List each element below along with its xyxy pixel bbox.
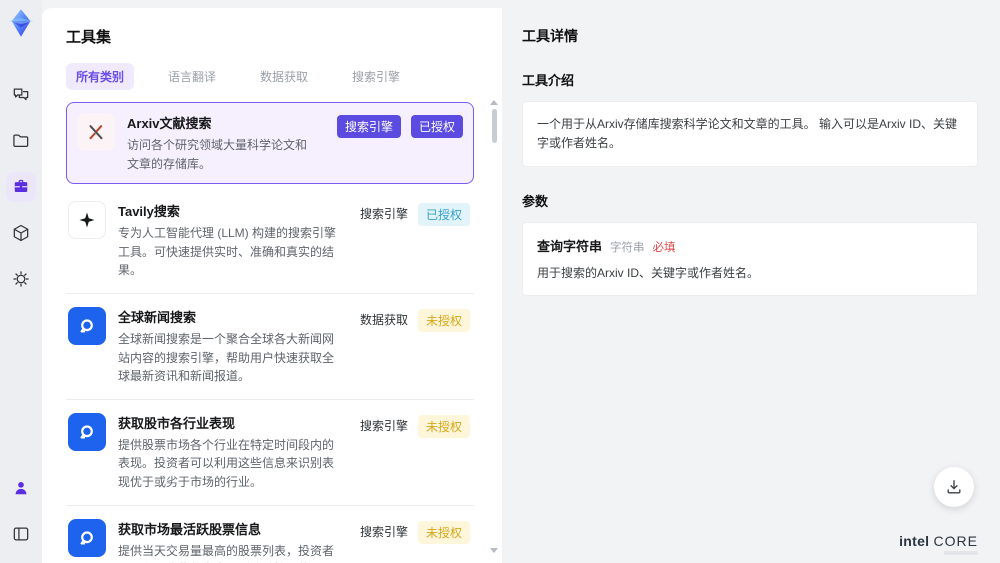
tool-detail-panel: 工具详情 工具介绍 一个用于从Arxiv存储库搜索科学论文和文章的工具。 输入可…: [502, 0, 1000, 563]
cube-icon[interactable]: [6, 218, 36, 248]
tavily-star-icon: [68, 201, 106, 240]
download-icon: [947, 480, 961, 494]
tool-desc: 提供当天交易量最高的股票列表，投资者可以利用这些信息来识别流动性强的股票和潜在的…: [118, 543, 335, 563]
tool-card-sector-performance[interactable]: 获取股市各行业表现 提供股票市场各个行业在特定时间段内的表现。投资者可以利用这些…: [66, 399, 474, 506]
tool-status-badge: 已授权: [410, 115, 463, 138]
intro-box: 一个用于从Arxiv存储库搜索科学论文和文章的工具。 输入可以是Arxiv ID…: [522, 101, 978, 168]
intel-core-logo-underline: [944, 551, 978, 555]
tool-title: 全球新闻搜索: [118, 309, 197, 325]
tool-desc: 访问各个研究领域大量科学论文和文章的存储库。: [127, 138, 308, 171]
intel-core-logo: intel CORE: [899, 533, 978, 549]
tool-title: Tavily搜索: [118, 204, 180, 220]
chat-icon[interactable]: [6, 80, 36, 110]
tool-title: 获取市场最活跃股票信息: [118, 521, 262, 537]
category-tabs: 所有类别 语言翻译 数据获取 搜索引擎: [66, 63, 484, 90]
param-type: 字符串: [610, 242, 645, 255]
settings-gear-icon[interactable]: [6, 264, 36, 294]
param-required-flag: 必填: [652, 242, 676, 255]
param-desc: 用于搜索的Arxiv ID、关键字或作者姓名。: [537, 266, 760, 281]
tool-status-badge: 未授权: [417, 308, 470, 332]
tool-status-badge: 未授权: [417, 520, 470, 544]
tool-desc: 提供股票市场各个行业在特定时间段内的表现。投资者可以利用这些信息来识别表现优于或…: [118, 437, 335, 489]
scrollbar-thumb[interactable]: [491, 109, 497, 143]
tool-category-badge: 搜索引擎: [336, 115, 401, 138]
param-name: 查询字符串: [537, 239, 603, 255]
tool-card-arxiv[interactable]: Arxiv文献搜索 访问各个研究领域大量科学论文和文章的存储库。 搜索引擎 已授…: [66, 102, 474, 185]
param-box: 查询字符串 字符串 必填 用于搜索的Arxiv ID、关键字或作者姓名。: [522, 222, 978, 297]
tool-title: 获取股市各行业表现: [118, 415, 236, 431]
intro-text: 一个用于从Arxiv存储库搜索科学论文和文章的工具。 输入可以是Arxiv ID…: [537, 117, 958, 151]
account-user-icon[interactable]: [6, 473, 36, 503]
layout-panel-icon[interactable]: [6, 519, 36, 549]
tool-category-label: 数据获取: [359, 312, 408, 327]
arxiv-logo-icon: [77, 113, 115, 151]
tool-category-label: 搜索引擎: [359, 207, 408, 222]
intro-heading: 工具介绍: [522, 73, 575, 88]
scroll-up-icon[interactable]: [490, 100, 498, 105]
tool-card-most-active-stocks[interactable]: 获取市场最活跃股票信息 提供当天交易量最高的股票列表，投资者可以利用这些信息来识…: [66, 505, 474, 563]
page-title: 工具集: [66, 29, 112, 46]
icon-rail: [0, 0, 42, 563]
news-search-icon: [68, 412, 106, 451]
scroll-down-icon[interactable]: [490, 548, 498, 553]
news-search-icon: [68, 518, 106, 557]
tab-all-categories[interactable]: 所有类别: [66, 63, 135, 90]
tool-card-tavily[interactable]: Tavily搜索 专为人工智能代理 (LLM) 构建的搜索引擎工具。可快速提供实…: [66, 188, 474, 294]
tool-status-badge: 未授权: [417, 414, 470, 438]
detail-title: 工具详情: [522, 28, 578, 44]
scrollbar[interactable]: [490, 100, 498, 553]
tool-category-label: 搜索引擎: [359, 524, 408, 539]
tool-card-global-news[interactable]: 全球新闻搜索 全球新闻搜索是一个聚合全球各大新闻网站内容的搜索引擎，帮助用户快速…: [66, 293, 474, 400]
news-search-icon: [68, 306, 106, 345]
download-button[interactable]: [934, 467, 974, 507]
tool-desc: 全球新闻搜索是一个聚合全球各大新闻网站内容的搜索引擎，帮助用户快速获取全球最新资…: [118, 331, 335, 384]
toolbox-icon-active[interactable]: [6, 172, 36, 202]
tab-language-translation[interactable]: 语言翻译: [158, 63, 226, 90]
app-window: 工具集 所有类别 语言翻译 数据获取 搜索引擎 Arxiv文献搜索 访问各个研究…: [0, 0, 1000, 563]
tab-search-engine[interactable]: 搜索引擎: [342, 63, 410, 90]
tool-category-label: 搜索引擎: [359, 418, 408, 433]
folder-icon[interactable]: [6, 126, 36, 156]
app-logo-icon: [6, 8, 36, 38]
params-heading: 参数: [522, 194, 549, 210]
tool-title: Arxiv文献搜索: [127, 116, 212, 131]
tool-status-badge: 已授权: [417, 203, 470, 227]
tool-list: Arxiv文献搜索 访问各个研究领域大量科学论文和文章的存储库。 搜索引擎 已授…: [66, 102, 484, 563]
tab-data-fetch[interactable]: 数据获取: [250, 63, 318, 90]
tool-desc: 专为人工智能代理 (LLM) 构建的搜索引擎工具。可快速提供实时、准确和真实的结…: [118, 226, 337, 278]
tool-list-panel: 工具集 所有类别 语言翻译 数据获取 搜索引擎 Arxiv文献搜索 访问各个研究…: [42, 8, 502, 563]
